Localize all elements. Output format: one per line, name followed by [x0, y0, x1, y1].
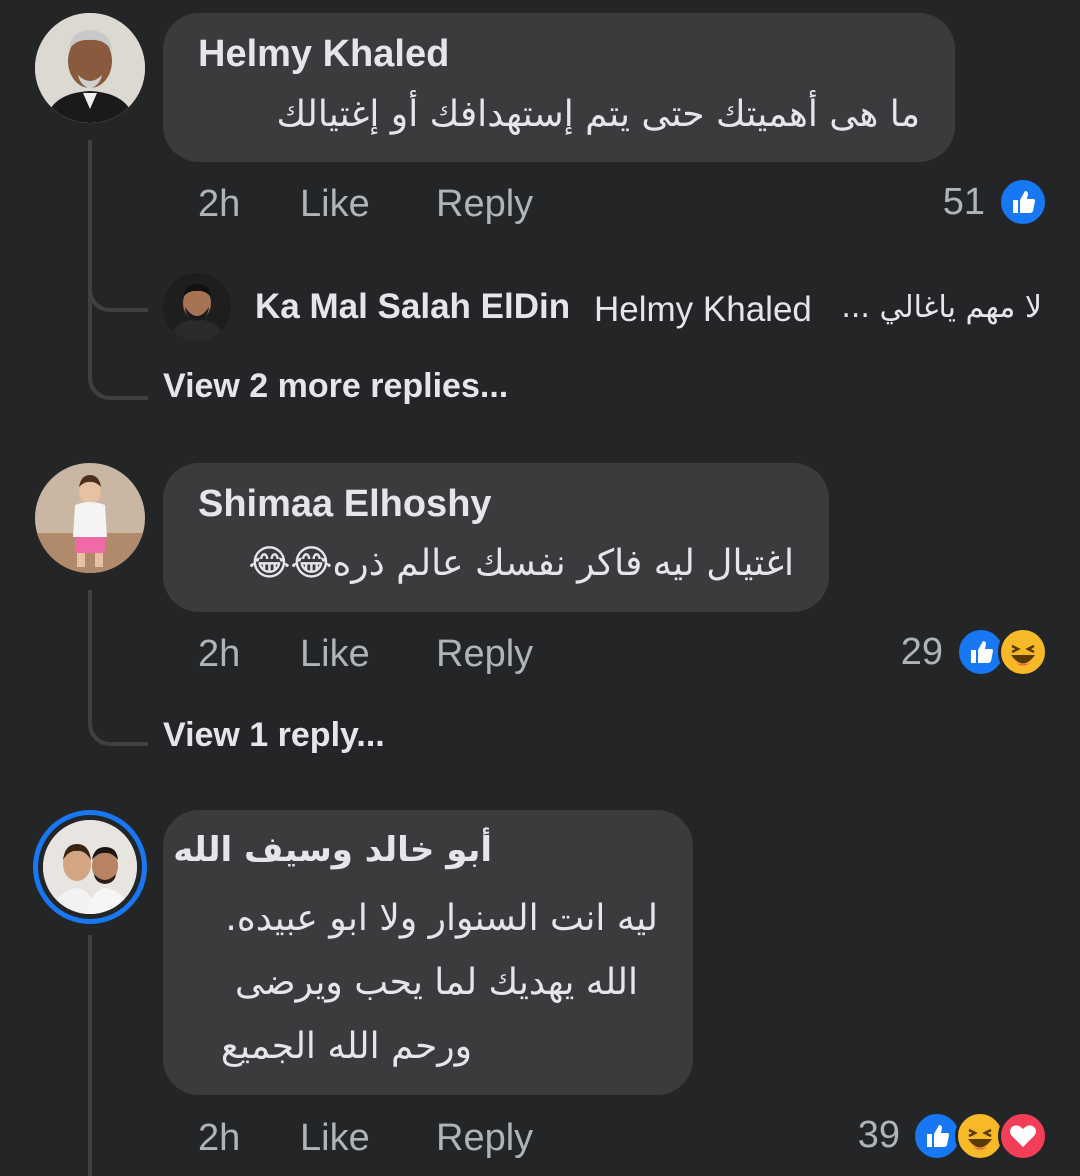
like-icon [998, 177, 1048, 227]
avatar-image [163, 273, 231, 341]
reaction-count[interactable]: 39 [858, 1114, 900, 1157]
like-button[interactable]: Like [300, 183, 370, 226]
avatar-image [35, 463, 145, 573]
avatar[interactable] [33, 810, 147, 924]
comment-timestamp[interactable]: 2h [198, 183, 240, 226]
reply-mention[interactable]: Helmy Khaled [594, 290, 812, 330]
reaction-count[interactable]: 51 [943, 181, 985, 224]
comment-text-line: الله يهديك لما يحب ويرضى [234, 962, 638, 1003]
like-button[interactable]: Like [300, 1117, 370, 1160]
reply-button[interactable]: Reply [436, 1117, 533, 1160]
like-button[interactable]: Like [300, 633, 370, 676]
comment-author[interactable]: Shimaa Elhoshy [198, 483, 492, 526]
story-ring [38, 815, 142, 919]
avatar[interactable] [35, 463, 145, 573]
reply-text: لا مهم ياغالي ... [841, 290, 1042, 325]
reply-author[interactable]: Ka Mal Salah ElDin [255, 287, 570, 327]
haha-icon [998, 627, 1048, 677]
reply-avatar[interactable] [163, 273, 231, 341]
love-icon [998, 1111, 1048, 1161]
thread-line [88, 590, 92, 700]
comment-text: اغتيال ليه فاكر نفسك عالم ذره😂😂 [248, 543, 794, 584]
comment-author[interactable]: أبو خالد وسيف الله [173, 830, 492, 870]
thread-elbow [88, 300, 148, 400]
avatar[interactable] [35, 13, 145, 123]
avatar-photo [43, 820, 137, 914]
view-more-replies[interactable]: View 2 more replies... [163, 367, 508, 406]
comment-timestamp[interactable]: 2h [198, 1117, 240, 1160]
reply-button[interactable]: Reply [436, 183, 533, 226]
comment-timestamp[interactable]: 2h [198, 633, 240, 676]
avatar-image [35, 13, 145, 123]
comment-author[interactable]: Helmy Khaled [198, 33, 449, 76]
comment-text-line: ورحم الله الجميع [220, 1026, 472, 1067]
comment-text: ما هى أهميتك حتى يتم إستهدافك أو إغتيالك [276, 94, 920, 135]
avatar-image [43, 820, 137, 914]
reaction-count[interactable]: 29 [901, 631, 943, 674]
view-more-replies[interactable]: View 1 reply... [163, 716, 385, 755]
comment-text-line: ليه انت السنوار ولا ابو عبيده. [225, 898, 658, 939]
reply-button[interactable]: Reply [436, 633, 533, 676]
thread-elbow [88, 690, 148, 746]
thread-line [88, 935, 92, 1176]
